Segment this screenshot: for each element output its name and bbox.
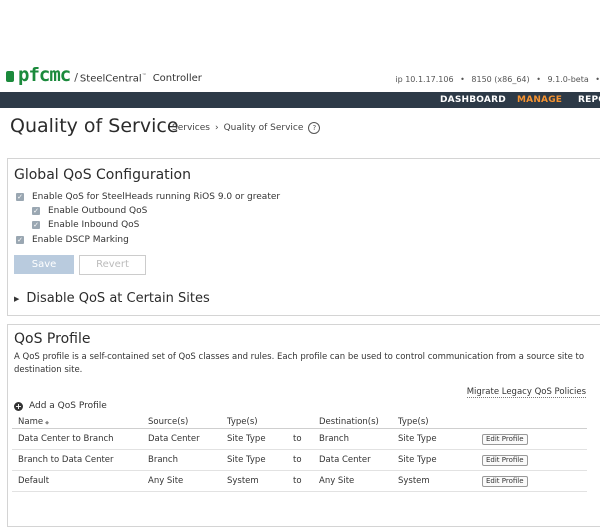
breadcrumb-current: Quality of Service — [223, 123, 304, 133]
table-row: Data Center to Branch Data Center Site T… — [12, 428, 587, 450]
table-header-row: Name ◆ Source(s) Type(s) Destination(s) T… — [12, 415, 587, 429]
product-name: SteelCentral™ — [80, 73, 147, 84]
qos-profile-panel: QoS Profile A QoS profile is a self-cont… — [7, 324, 600, 527]
app-logo[interactable]: pfcmc / SteelCentral™ Controller — [6, 64, 202, 86]
cell-destination: Branch — [313, 428, 392, 450]
logo-slash: / — [74, 71, 78, 84]
add-qos-profile-button[interactable]: + Add a QoS Profile — [14, 401, 107, 411]
option-label: Enable QoS for SteelHeads running RiOS 9… — [32, 192, 281, 202]
qos-profile-title: QoS Profile — [14, 331, 91, 347]
caret-right-icon: ▶ — [14, 294, 20, 303]
checkbox-checked-icon[interactable]: ✓ — [16, 193, 24, 201]
option-label: Enable DSCP Marking — [32, 235, 129, 245]
qos-profile-description: A QoS profile is a self-contained set of… — [14, 352, 585, 375]
cell-to: to — [287, 449, 313, 471]
column-header-destinations: Destination(s) — [313, 415, 392, 429]
product-name-text: SteelCentral — [79, 73, 142, 84]
column-header-sources: Source(s) — [142, 415, 221, 429]
cell-action: Edit Profile — [476, 470, 587, 492]
nav-reports[interactable]: REPO — [578, 95, 600, 105]
version-info: 9.1.0-beta — [547, 75, 589, 84]
breadcrumb-separator: › — [214, 123, 219, 133]
info-separator: • — [595, 75, 600, 84]
cell-action: Edit Profile — [476, 428, 587, 450]
build-info: 8150 (x86_64) — [471, 75, 530, 84]
breadcrumb: Services › Quality of Service ? — [172, 122, 321, 134]
edit-profile-button[interactable]: Edit Profile — [482, 433, 528, 445]
cell-source-type: Site Type — [221, 449, 287, 471]
table-row: Branch to Data Center Branch Site Type t… — [12, 449, 587, 471]
info-separator: • — [536, 75, 541, 84]
option-label: Enable Outbound QoS — [48, 206, 148, 216]
checkbox-checked-icon[interactable]: ✓ — [32, 207, 40, 215]
table-row: Default Any Site System to Any Site Syst… — [12, 470, 587, 492]
product-subtitle: Controller — [152, 73, 202, 84]
cell-destination-type: System — [392, 470, 476, 492]
ip-address: ip 10.1.17.106 — [395, 75, 454, 84]
breadcrumb-services[interactable]: Services — [172, 123, 210, 133]
option-inbound-qos[interactable]: ✓ Enable Inbound QoS — [32, 220, 139, 230]
add-qos-profile-label: Add a QoS Profile — [29, 401, 107, 411]
edit-profile-button[interactable]: Edit Profile — [482, 475, 528, 487]
cell-source-type: System — [221, 470, 287, 492]
cell-source: Any Site — [142, 470, 221, 492]
main-nav: DASHBOARD MANAGE REPO — [0, 92, 600, 108]
column-header-to — [287, 415, 313, 429]
edit-profile-button[interactable]: Edit Profile — [482, 454, 528, 466]
plus-circle-icon: + — [14, 401, 23, 411]
cell-to: to — [287, 470, 313, 492]
cell-name: Data Center to Branch — [12, 428, 142, 450]
cell-destination-type: Site Type — [392, 449, 476, 471]
cell-name: Default — [12, 470, 142, 492]
column-header-name[interactable]: Name ◆ — [12, 415, 142, 429]
cell-action: Edit Profile — [476, 449, 587, 471]
page-title: Quality of Service — [10, 115, 179, 137]
help-icon[interactable]: ? — [308, 122, 321, 134]
column-header-label: Name — [18, 416, 44, 427]
info-separator: • — [460, 75, 465, 84]
cell-name: Branch to Data Center — [12, 449, 142, 471]
qos-profile-table: Name ◆ Source(s) Type(s) Destination(s) T… — [12, 415, 587, 492]
cell-source: Data Center — [142, 428, 221, 450]
trademark: ™ — [141, 72, 147, 79]
global-qos-title: Global QoS Configuration — [14, 167, 191, 183]
column-header-src-types: Type(s) — [221, 415, 287, 429]
checkbox-checked-icon[interactable]: ✓ — [32, 221, 40, 229]
checkbox-checked-icon[interactable]: ✓ — [16, 236, 24, 244]
option-enable-qos[interactable]: ✓ Enable QoS for SteelHeads running RiOS… — [16, 192, 280, 202]
save-button[interactable]: Save — [14, 255, 74, 274]
nav-dashboard[interactable]: DASHBOARD — [440, 95, 506, 105]
disable-qos-sites-label: Disable QoS at Certain Sites — [26, 291, 210, 306]
global-qos-panel: Global QoS Configuration ✓ Enable QoS fo… — [7, 158, 600, 316]
cell-destination: Data Center — [313, 449, 392, 471]
sort-icon[interactable]: ◆ — [45, 420, 49, 426]
column-header-actions — [476, 415, 587, 429]
logo-mark-icon — [6, 71, 14, 82]
system-info: ip 10.1.17.106 • 8150 (x86_64) • 9.1.0-b… — [391, 75, 600, 84]
logo-text: pfcmc — [18, 64, 71, 86]
option-outbound-qos[interactable]: ✓ Enable Outbound QoS — [32, 206, 147, 216]
migrate-legacy-link[interactable]: Migrate Legacy QoS Policies — [466, 387, 586, 398]
option-label: Enable Inbound QoS — [48, 220, 140, 230]
column-header-dest-types: Type(s) — [392, 415, 476, 429]
disable-qos-sites-toggle[interactable]: ▶ Disable QoS at Certain Sites — [14, 291, 210, 306]
nav-manage[interactable]: MANAGE — [517, 95, 562, 105]
option-dscp-marking[interactable]: ✓ Enable DSCP Marking — [16, 235, 129, 245]
cell-source-type: Site Type — [221, 428, 287, 450]
cell-destination-type: Site Type — [392, 428, 476, 450]
cell-source: Branch — [142, 449, 221, 471]
cell-destination: Any Site — [313, 470, 392, 492]
revert-button[interactable]: Revert — [79, 255, 146, 275]
cell-to: to — [287, 428, 313, 450]
